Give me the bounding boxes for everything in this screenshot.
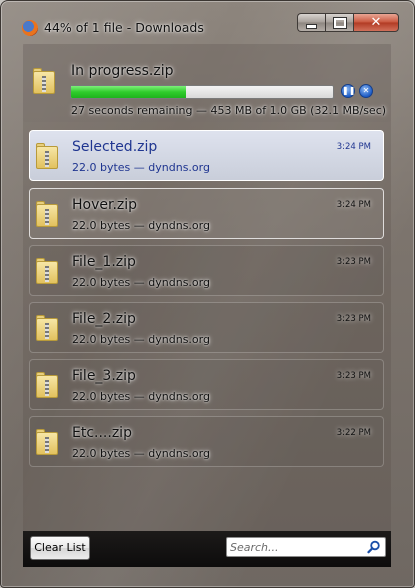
download-item[interactable]: Etc....zip 22.0 bytes — dyndns.org 3:22 …: [29, 416, 384, 467]
clear-list-button[interactable]: Clear List: [30, 536, 90, 560]
download-time: 3:24 PM: [336, 200, 371, 210]
footer-bar: Clear List: [23, 531, 391, 567]
download-name: Hover.zip: [72, 197, 138, 213]
download-time: 3:24 PM: [336, 142, 371, 152]
zip-folder-icon: [33, 68, 55, 94]
download-name: File_2.zip: [72, 311, 136, 327]
search-box[interactable]: [226, 537, 386, 557]
cancel-button[interactable]: ✕: [359, 84, 373, 98]
maximize-icon: [332, 16, 347, 29]
download-item[interactable]: File_1.zip 22.0 bytes — dyndns.org 3:23 …: [29, 245, 384, 296]
zip-folder-icon: [36, 315, 58, 341]
firefox-icon: [22, 20, 38, 36]
search-input[interactable]: [230, 539, 360, 555]
close-button[interactable]: ✕: [353, 13, 399, 32]
download-details: 22.0 bytes — dyndns.org: [72, 447, 210, 460]
download-details: 22.0 bytes — dyndns.org: [72, 390, 210, 403]
download-name: File_1.zip: [72, 254, 136, 270]
title-bar[interactable]: 44% of 1 file - Downloads ✕: [1, 1, 414, 41]
minimize-button[interactable]: [297, 13, 325, 32]
download-time: 3:23 PM: [336, 257, 371, 267]
window-title: 44% of 1 file - Downloads: [44, 20, 204, 35]
download-details: 22.0 bytes — dyndns.org: [72, 161, 210, 174]
download-details: 22.0 bytes — dyndns.org: [72, 333, 210, 346]
download-details: 22.0 bytes — dyndns.org: [72, 219, 210, 232]
caption-buttons: ✕: [297, 13, 399, 32]
download-time: 3:23 PM: [336, 314, 371, 324]
download-name: Etc....zip: [72, 425, 132, 441]
download-time: 3:23 PM: [336, 371, 371, 381]
zip-folder-icon: [36, 201, 58, 227]
search-icon[interactable]: [367, 540, 381, 554]
download-item[interactable]: Hover.zip 22.0 bytes — dyndns.org 3:24 P…: [29, 188, 384, 239]
zip-folder-icon: [36, 372, 58, 398]
downloads-window: 44% of 1 file - Downloads ✕ In progress.…: [0, 0, 415, 588]
download-name: In progress.zip: [71, 63, 174, 79]
minimize-icon: [306, 23, 317, 29]
progress-bar: [70, 85, 334, 99]
download-item-in-progress[interactable]: In progress.zip ❚❚ ✕ 27 seconds remainin…: [23, 44, 391, 122]
download-details: 22.0 bytes — dyndns.org: [72, 276, 210, 289]
zip-folder-icon: [36, 143, 58, 169]
zip-folder-icon: [36, 429, 58, 455]
download-item[interactable]: File_2.zip 22.0 bytes — dyndns.org 3:23 …: [29, 302, 384, 353]
maximize-button[interactable]: [325, 13, 353, 32]
pause-button[interactable]: ❚❚: [341, 84, 355, 98]
download-status: 27 seconds remaining — 453 MB of 1.0 GB …: [71, 104, 387, 117]
downloads-list: In progress.zip ❚❚ ✕ 27 seconds remainin…: [23, 44, 391, 531]
zip-folder-icon: [36, 258, 58, 284]
download-name: Selected.zip: [72, 139, 158, 155]
download-item[interactable]: Selected.zip 22.0 bytes — dyndns.org 3:2…: [29, 130, 384, 181]
download-time: 3:22 PM: [336, 428, 371, 438]
close-icon: ✕: [370, 15, 382, 30]
download-item[interactable]: File_3.zip 22.0 bytes — dyndns.org 3:23 …: [29, 359, 384, 410]
progress-fill: [71, 86, 187, 98]
download-name: File_3.zip: [72, 368, 136, 384]
